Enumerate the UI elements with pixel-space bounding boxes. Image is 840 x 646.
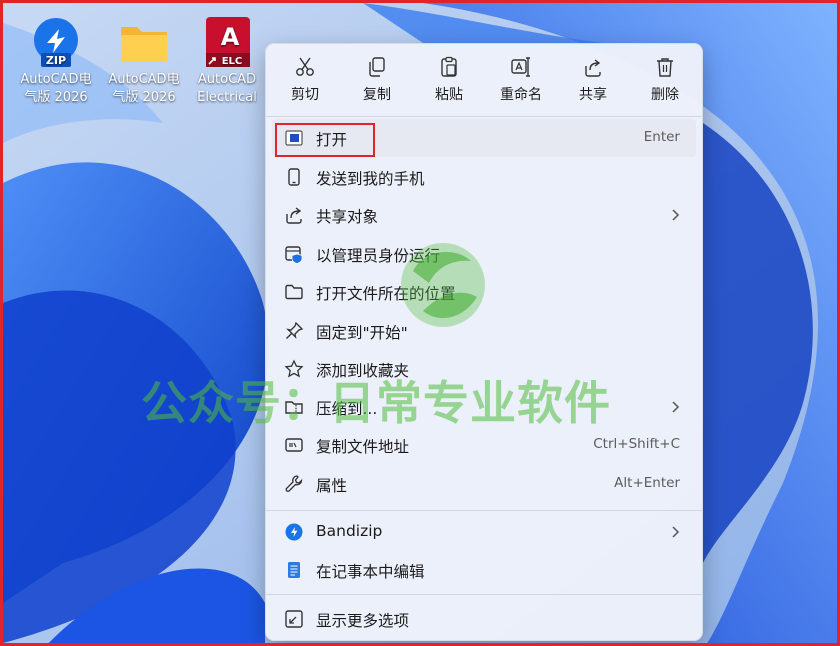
pin-icon — [286, 321, 304, 339]
paste-button[interactable]: 粘贴 — [419, 54, 479, 110]
scissors-icon — [296, 57, 314, 76]
context-menu: 剪切 复制 粘贴 重命名 共享 删除 打开 Enter 发送到我的手机 共享对象… — [265, 43, 703, 641]
paste-label: 粘贴 — [435, 87, 463, 103]
screenshot-frame: ZIP AutoCAD电 气版 2026 AutoCAD电 气版 2026 A … — [0, 0, 840, 646]
menu-separator — [266, 594, 702, 595]
svg-text:ELC: ELC — [222, 56, 243, 67]
share-label: 共享 — [579, 87, 607, 103]
copy-button[interactable]: 复制 — [347, 54, 407, 110]
menu-item-send-to-phone[interactable]: 发送到我的手机 — [272, 158, 696, 196]
chevron-right-icon — [672, 209, 680, 221]
menu-item-shortcut: Enter — [643, 129, 680, 145]
share-icon — [585, 59, 601, 77]
svg-text:ZIP: ZIP — [46, 54, 66, 67]
trash-icon — [657, 58, 673, 77]
share-icon — [286, 207, 302, 224]
menu-separator — [266, 116, 702, 117]
menu-item-open[interactable]: 打开 Enter — [272, 119, 696, 157]
desktop-icon-folder[interactable]: AutoCAD电 气版 2026 — [99, 15, 189, 107]
menu-item-shortcut: Ctrl+Shift+C — [593, 436, 680, 452]
zip-file-icon: ZIP — [29, 15, 83, 69]
chevron-right-icon — [672, 401, 680, 413]
folder-icon — [285, 284, 303, 300]
shield-admin-icon — [285, 246, 303, 264]
menu-item-edit-in-notepad[interactable]: 在记事本中编辑 — [272, 551, 696, 589]
bandizip-icon — [285, 523, 303, 541]
autocad-electrical-icon: A ELC — [200, 15, 254, 69]
rename-button[interactable]: 重命名 — [491, 54, 551, 110]
desktop-icon-label: 气版 2026 — [24, 90, 88, 105]
phone-icon — [288, 168, 300, 186]
menu-item-label: 打开 — [316, 131, 348, 149]
more-options-icon — [285, 610, 303, 628]
desktop-icon-autocad[interactable]: A ELC AutoCAD Electrical — [187, 15, 267, 107]
rename-icon — [511, 57, 530, 77]
copy-icon — [369, 57, 385, 77]
share-button[interactable]: 共享 — [563, 54, 623, 110]
folder-icon — [117, 15, 171, 69]
wrench-icon — [285, 475, 303, 492]
menu-item-label: Bandizip — [316, 522, 383, 540]
delete-label: 删除 — [651, 87, 679, 103]
desktop-icon-zip[interactable]: ZIP AutoCAD电 气版 2026 — [11, 15, 101, 107]
menu-item-label: 共享对象 — [316, 208, 379, 226]
path-icon — [285, 438, 303, 452]
cut-button[interactable]: 剪切 — [275, 54, 335, 110]
watermark-logo — [401, 243, 485, 327]
app-window-icon — [285, 130, 303, 146]
watermark-text: 公众号：日常专业软件 — [141, 376, 611, 430]
cut-label: 剪切 — [291, 87, 319, 103]
menu-item-bandizip[interactable]: Bandizip — [272, 513, 696, 551]
menu-item-show-more-options[interactable]: 显示更多选项 — [272, 600, 696, 638]
menu-item-share-with[interactable]: 共享对象 — [272, 196, 696, 234]
desktop-icon-label: 气版 2026 — [112, 90, 176, 105]
svg-text:A: A — [221, 23, 240, 51]
menu-item-label: 复制文件地址 — [316, 438, 410, 456]
desktop-icon-label: AutoCAD电 — [20, 72, 92, 87]
paste-icon — [441, 56, 457, 77]
desktop-icon-label: Electrical — [197, 90, 257, 105]
menu-item-shortcut: Alt+Enter — [614, 475, 680, 491]
copy-label: 复制 — [363, 87, 391, 103]
context-menu-toolbar: 剪切 复制 粘贴 重命名 共享 删除 — [266, 44, 702, 116]
menu-item-label: 显示更多选项 — [316, 612, 410, 630]
notepad-icon — [288, 562, 300, 578]
rename-label: 重命名 — [500, 87, 542, 103]
menu-item-label: 发送到我的手机 — [316, 170, 425, 188]
desktop-icon-label: AutoCAD电 — [108, 72, 180, 87]
menu-item-label: 在记事本中编辑 — [316, 563, 425, 581]
menu-item-label: 属性 — [316, 477, 348, 495]
delete-button[interactable]: 删除 — [635, 54, 695, 110]
menu-separator — [266, 510, 702, 511]
desktop-icon-label: AutoCAD — [197, 72, 257, 87]
chevron-right-icon — [672, 526, 680, 538]
menu-item-properties[interactable]: 属性 Alt+Enter — [272, 465, 696, 503]
